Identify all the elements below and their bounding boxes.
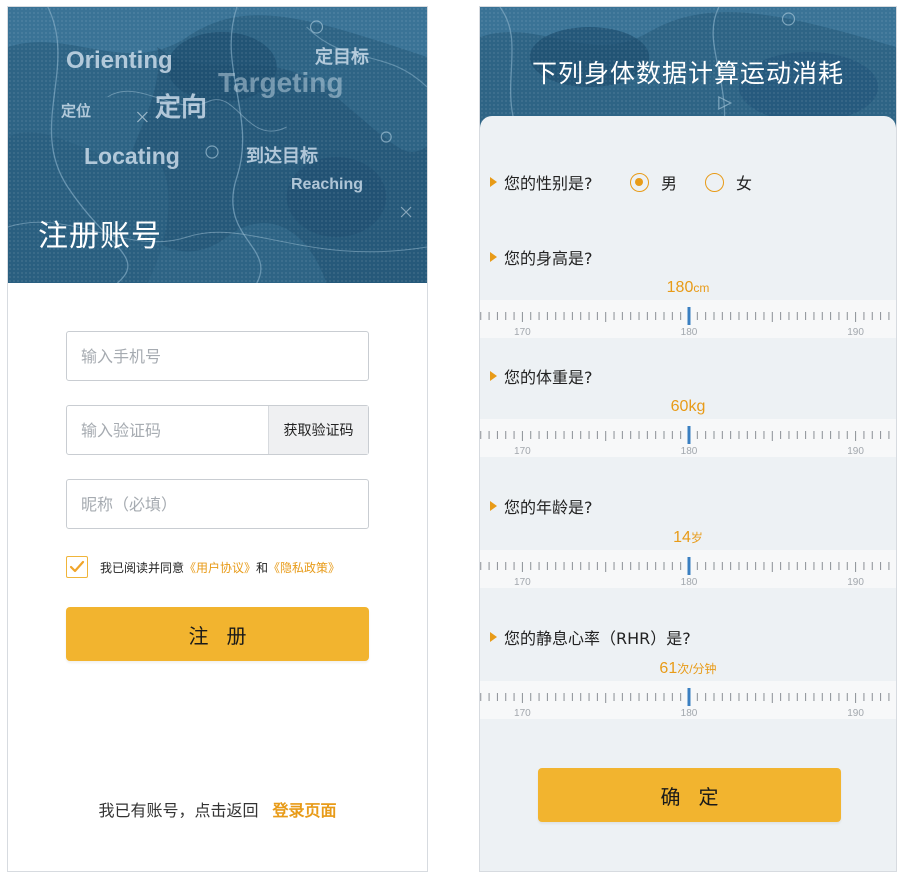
- banner-word-dingxiang: 定向: [155, 93, 208, 123]
- height-question-label: 您的身高是?: [504, 249, 593, 268]
- banner-word-locating: Locating: [84, 143, 180, 169]
- rhr-number: 61: [659, 660, 678, 677]
- ruler-tick-label: 180: [681, 446, 698, 457]
- radio-unchecked-icon[interactable]: [705, 172, 725, 192]
- height-number: 180: [666, 279, 694, 296]
- age-value: 14岁: [480, 529, 896, 547]
- ruler-tick-label: 170: [514, 327, 531, 338]
- rhr-ruler[interactable]: 170 180 190: [480, 681, 896, 719]
- verification-code-input[interactable]: [67, 406, 267, 454]
- ruler-scale: 170 180 190: [480, 550, 896, 588]
- ruler-pointer[interactable]: [687, 688, 691, 706]
- weight-question: 您的体重是?: [490, 364, 593, 388]
- banner-word-reaching: Reaching: [291, 176, 364, 193]
- agreement-and: 和: [256, 560, 269, 575]
- banner-word-dingmubiao: 定目标: [315, 47, 369, 68]
- ruler-tick-label: 180: [681, 577, 698, 588]
- ruler-tick-label: 190: [847, 327, 864, 338]
- height-unit: cm: [693, 281, 710, 295]
- phone-input[interactable]: [67, 332, 368, 380]
- banner-word-orienting: Orienting: [66, 47, 173, 74]
- rhr-question: 您的静息心率（RHR）是?: [490, 625, 691, 649]
- radio-checked-icon[interactable]: [630, 172, 649, 192]
- bullet-arrow-icon: [490, 501, 497, 511]
- ruler-scale: 170 180 190: [480, 300, 896, 338]
- age-unit: 岁: [690, 531, 703, 545]
- height-ruler[interactable]: 170 180 190: [480, 300, 896, 338]
- age-question-label: 您的年龄是?: [504, 498, 593, 517]
- register-button[interactable]: 注册: [66, 607, 369, 661]
- ruler-tick-label: 190: [847, 708, 864, 719]
- ruler-scale: 170 180 190: [480, 681, 896, 719]
- login-page-link[interactable]: 登录页面: [273, 801, 337, 820]
- user-agreement-link[interactable]: 《用户协议》: [184, 561, 256, 575]
- ruler-tick-label: 180: [681, 327, 698, 338]
- privacy-policy-link[interactable]: 《隐私政策》: [268, 561, 340, 575]
- ruler-tick-label: 190: [847, 446, 864, 457]
- ruler-tick-label: 170: [514, 446, 531, 457]
- has-account-text: 我已有账号，点击返回: [98, 801, 259, 820]
- gender-radio-group: 男 女: [630, 170, 780, 194]
- age-question: 您的年龄是?: [490, 494, 593, 518]
- agreement-text: 我已阅读并同意《用户协议》和《隐私政策》: [100, 559, 340, 576]
- height-value: 180cm: [480, 279, 896, 297]
- age-ruler[interactable]: 170 180 190: [480, 550, 896, 588]
- ruler-scale: 170 180 190: [480, 419, 896, 457]
- page-title: 注册账号: [38, 219, 162, 254]
- ruler-pointer[interactable]: [687, 426, 691, 444]
- nickname-input[interactable]: [67, 480, 368, 528]
- page-title: 下列身体数据计算运动消耗: [531, 59, 844, 88]
- gender-option-label: 女: [736, 174, 753, 193]
- body-data-screen: 下列身体数据计算运动消耗 您的性别是? 男 女 您的身高是? 180cm 170…: [479, 6, 897, 872]
- gender-option-male[interactable]: 男: [630, 170, 677, 194]
- gender-question: 您的性别是?: [490, 170, 593, 194]
- bullet-arrow-icon: [490, 632, 497, 642]
- weight-ruler[interactable]: 170 180 190: [480, 419, 896, 457]
- bullet-arrow-icon: [490, 252, 497, 262]
- banner-word-daoda: 到达目标: [246, 146, 318, 167]
- get-code-button[interactable]: 获取验证码: [268, 406, 368, 454]
- gender-option-label: 男: [661, 174, 678, 193]
- rhr-value: 61次/分钟: [480, 660, 896, 678]
- gender-question-label: 您的性别是?: [504, 174, 593, 193]
- weight-question-label: 您的体重是?: [504, 368, 593, 387]
- ruler-pointer[interactable]: [687, 557, 691, 575]
- login-prompt-row: 我已有账号，点击返回 登录页面: [8, 797, 427, 821]
- register-screen: Orienting Targeting Locating Reaching 定位…: [7, 6, 428, 872]
- rhr-question-label: 您的静息心率（RHR）是?: [504, 629, 691, 648]
- banner-word-dingwei: 定位: [61, 102, 92, 120]
- ruler-tick-label: 170: [514, 577, 531, 588]
- code-field: 获取验证码: [66, 405, 369, 455]
- bullet-arrow-icon: [490, 371, 497, 381]
- rhr-unit: 次/分钟: [677, 662, 717, 676]
- weight-number: 60: [670, 398, 689, 415]
- confirm-button[interactable]: 确定: [538, 768, 841, 822]
- banner-word-targeting: Targeting: [218, 67, 344, 98]
- ruler-pointer[interactable]: [687, 307, 691, 325]
- nickname-field: [66, 479, 369, 529]
- agreement-checkbox[interactable]: [66, 556, 88, 578]
- height-question: 您的身高是?: [490, 245, 593, 269]
- phone-field: [66, 331, 369, 381]
- ruler-tick-label: 190: [847, 577, 864, 588]
- agreement-row: 我已阅读并同意《用户协议》和《隐私政策》: [66, 555, 340, 579]
- weight-value: 60kg: [480, 398, 896, 416]
- age-number: 14: [673, 529, 691, 546]
- weight-unit: kg: [688, 398, 706, 415]
- ruler-tick-label: 180: [681, 708, 698, 719]
- gender-option-female[interactable]: 女: [705, 170, 752, 194]
- agreement-prefix: 我已阅读并同意: [100, 560, 185, 575]
- bullet-arrow-icon: [490, 177, 497, 187]
- register-map-banner: Orienting Targeting Locating Reaching 定位…: [8, 7, 427, 283]
- check-icon: [69, 560, 85, 573]
- ruler-tick-label: 170: [514, 708, 531, 719]
